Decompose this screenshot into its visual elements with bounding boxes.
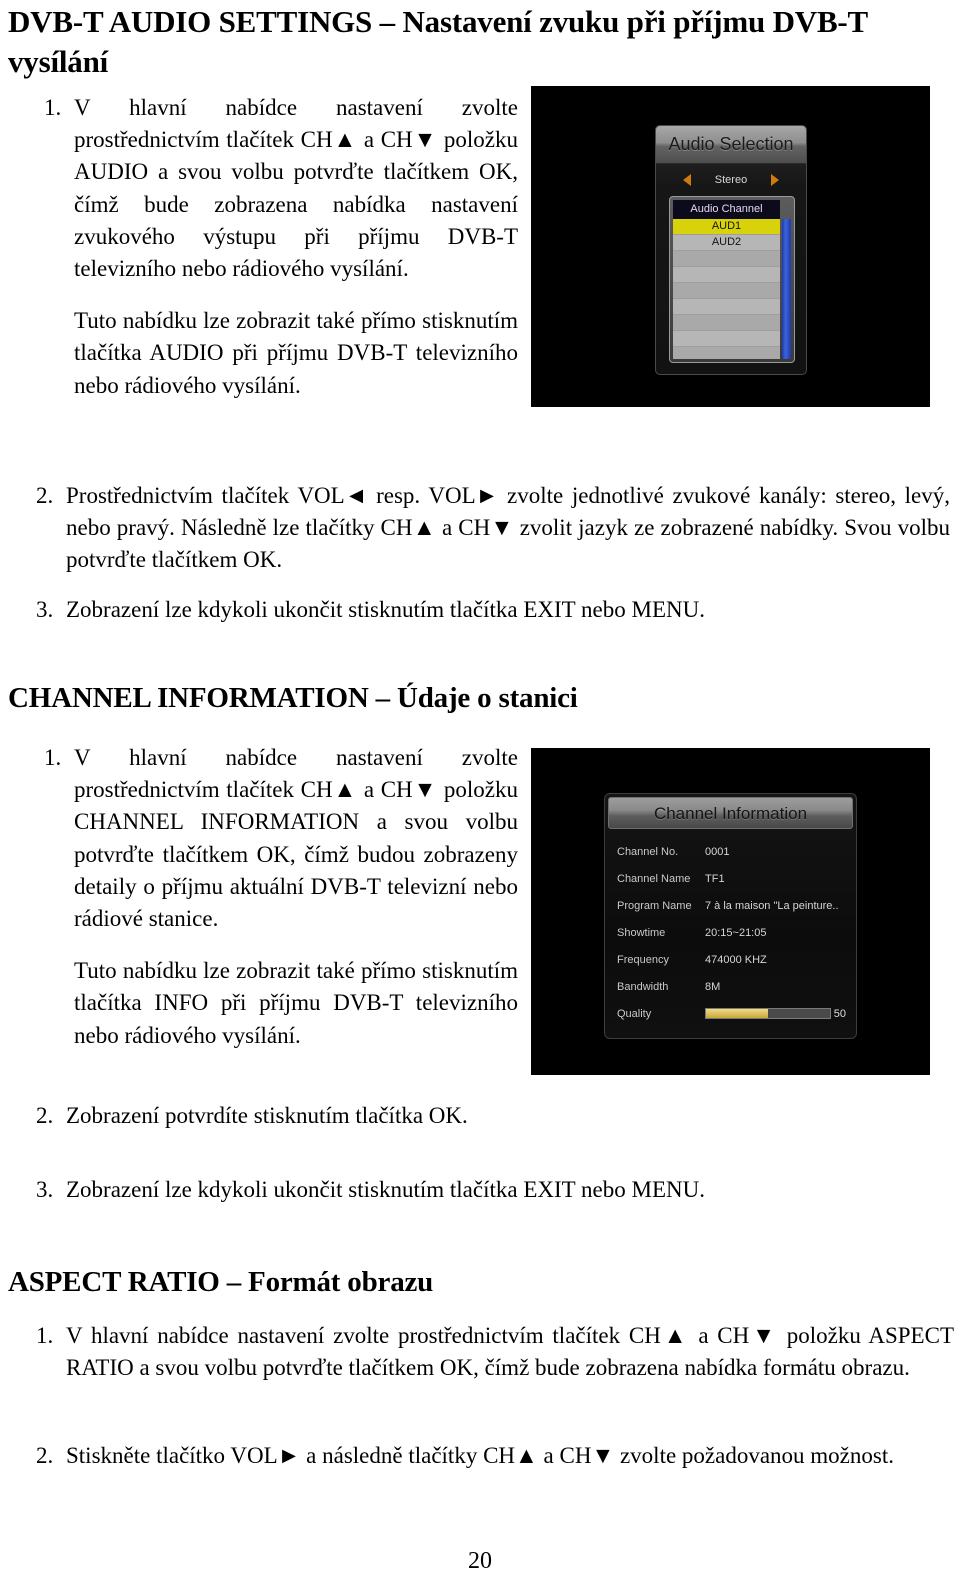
list-item[interactable]: AUD1 [673, 219, 780, 235]
info-value: 8M [705, 980, 721, 993]
paragraph: Zobrazení lze kdykoli ukončit stisknutím… [66, 597, 705, 622]
audio-channel-list: Audio Channel AUD1 AUD2 [673, 200, 780, 359]
list-item-body: V hlavní nabídce nastavení zvolte prostř… [74, 742, 518, 1052]
list-item-empty [673, 267, 780, 283]
info-row: Frequency 474000 KHZ [617, 946, 846, 973]
channel-info-rows: Channel No. 0001 Channel Name TF1 Progra… [617, 838, 846, 1030]
heading-dvbt-audio-settings: DVB-T AUDIO SETTINGS – Nastavení zvuku p… [8, 4, 868, 79]
osd-panel-channel-information: Channel Information Channel No. 0001 Cha… [604, 793, 857, 1039]
info-label: Program Name [617, 899, 692, 912]
info-row: Channel Name TF1 [617, 865, 846, 892]
info-value: TF1 [705, 872, 725, 885]
list-item-empty [673, 283, 780, 299]
paragraph: Zobrazení lze kdykoli ukončit stisknutím… [66, 1177, 705, 1202]
list-item-body: Stiskněte tlačítko VOL► a následně tlačí… [66, 1440, 954, 1472]
screenshot-audio-selection: Audio Selection Stereo Audio Channel AUD… [531, 86, 930, 407]
info-label: Bandwidth [617, 980, 669, 993]
list-item-audio-3: 3. Zobrazení lze kdykoli ukončit stisknu… [30, 594, 950, 626]
paragraph: Zobrazení potvrdíte stisknutím tlačítka … [66, 1103, 468, 1128]
list-item-body: Zobrazení lze kdykoli ukončit stisknutím… [66, 594, 950, 626]
info-label: Channel No. [617, 845, 679, 858]
list-item-number: 1. [44, 745, 62, 770]
list-item-aspect-2: 2. Stiskněte tlačítko VOL► a následně tl… [30, 1440, 954, 1472]
quality-progress-fill [706, 1009, 768, 1018]
info-value: 474000 KHZ [705, 953, 767, 966]
paragraph: Tuto nabídku lze zobrazit také přímo sti… [74, 958, 518, 1048]
scrollbar-thumb[interactable] [782, 219, 791, 359]
quality-value: 50 [833, 1007, 846, 1020]
paragraph: V hlavní nabídce nastavení zvolte prostř… [74, 745, 518, 931]
paragraph: Prostřednictvím tlačítek VOL◄ resp. VOL►… [66, 483, 950, 573]
info-label: Quality [617, 1007, 652, 1020]
list-item-body: V hlavní nabídce nastavení zvolte prostř… [74, 92, 518, 402]
arrow-right-icon[interactable] [771, 174, 780, 186]
quality-progress-bar [705, 1008, 831, 1019]
audio-mode-value: Stereo [714, 174, 748, 186]
list-item-number: 2. [36, 483, 54, 508]
list-item-body: Prostřednictvím tlačítek VOL◄ resp. VOL►… [66, 480, 950, 577]
list-item-empty [673, 331, 780, 347]
audio-mode-selector[interactable]: Stereo [656, 166, 806, 194]
osd-title-channel-information: Channel Information [608, 797, 853, 829]
info-label: Frequency [617, 953, 669, 966]
arrow-left-icon[interactable] [682, 174, 691, 186]
info-row: Bandwidth 8M [617, 973, 846, 1000]
scrollbar-track[interactable] [782, 219, 791, 359]
list-item-audio-1: 1. V hlavní nabídce nastavení zvolte pro… [38, 92, 518, 402]
info-value: 50 [705, 1008, 846, 1020]
info-row: Program Name 7 à la maison "La peinture.… [617, 892, 846, 919]
list-item-body: Zobrazení potvrdíte stisknutím tlačítka … [66, 1100, 950, 1132]
document-page: DVB-T AUDIO SETTINGS – Nastavení zvuku p… [0, 0, 960, 1591]
list-item-number: 1. [36, 1323, 54, 1348]
osd-title-audio-selection: Audio Selection [656, 126, 806, 164]
list-item-empty [673, 299, 780, 315]
paragraph: Stiskněte tlačítko VOL► a následně tlačí… [66, 1443, 894, 1468]
heading-aspect-ratio: ASPECT RATIO – Formát obrazu [8, 1266, 434, 1298]
heading-channel-information: CHANNEL INFORMATION – Údaje o stanici [8, 682, 578, 714]
paragraph: V hlavní nabídce nastavení zvolte prostř… [66, 1323, 954, 1381]
paragraph: Tuto nabídku lze zobrazit také přímo sti… [74, 308, 518, 398]
list-item-empty [673, 315, 780, 331]
list-item-body: Zobrazení lze kdykoli ukončit stisknutím… [66, 1174, 950, 1206]
audio-channel-listbox[interactable]: Audio Channel AUD1 AUD2 [669, 196, 795, 363]
info-value: 0001 [705, 845, 730, 858]
list-item[interactable]: AUD2 [673, 235, 780, 251]
list-item-channel-1: 1. V hlavní nabídce nastavení zvolte pro… [38, 742, 518, 1052]
list-item-channel-2: 2. Zobrazení potvrdíte stisknutím tlačít… [30, 1100, 950, 1132]
osd-panel-audio-selection: Audio Selection Stereo Audio Channel AUD… [655, 125, 807, 375]
audio-channel-list-header: Audio Channel [673, 200, 780, 219]
screenshot-channel-information: Channel Information Channel No. 0001 Cha… [531, 748, 930, 1075]
list-item-number: 3. [36, 597, 54, 622]
list-item-number: 3. [36, 1177, 54, 1202]
list-item-empty [673, 347, 780, 359]
list-item-body: V hlavní nabídce nastavení zvolte prostř… [66, 1320, 954, 1384]
info-value: 7 à la maison "La peinture.. [705, 899, 839, 912]
list-item-aspect-1: 1. V hlavní nabídce nastavení zvolte pro… [30, 1320, 954, 1384]
info-label: Channel Name [617, 872, 691, 885]
info-row-quality: Quality 50 [617, 1000, 846, 1027]
list-item-empty [673, 251, 780, 267]
list-item-channel-3: 3. Zobrazení lze kdykoli ukončit stisknu… [30, 1174, 950, 1206]
list-item-audio-2: 2. Prostřednictvím tlačítek VOL◄ resp. V… [30, 480, 950, 577]
paragraph: V hlavní nabídce nastavení zvolte prostř… [74, 95, 518, 281]
info-row: Showtime 20:15~21:05 [617, 919, 846, 946]
info-value: 20:15~21:05 [705, 926, 767, 939]
list-item-number: 2. [36, 1443, 54, 1468]
list-item-number: 1. [44, 95, 62, 120]
page-number: 20 [468, 1548, 492, 1574]
info-row: Channel No. 0001 [617, 838, 846, 865]
list-item-number: 2. [36, 1103, 54, 1128]
info-label: Showtime [617, 926, 666, 939]
